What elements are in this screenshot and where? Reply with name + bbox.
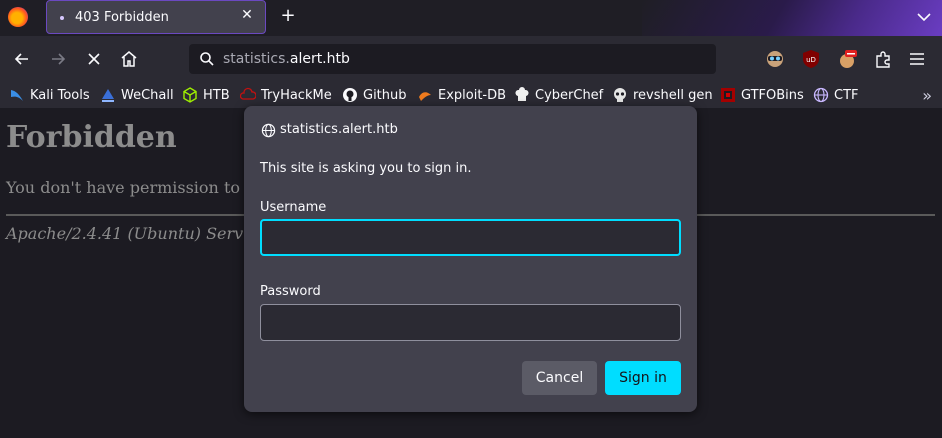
bookmark-label: CyberChef <box>535 87 604 103</box>
bookmark-label: revshell gen <box>633 87 713 103</box>
tab-strip: 403 Forbidden ✕ + <box>0 0 942 36</box>
username-input[interactable] <box>260 219 681 256</box>
kali-icon <box>11 90 23 101</box>
url-domain: alert.htb <box>289 51 350 67</box>
stop-icon[interactable] <box>84 49 104 69</box>
sign-in-button[interactable]: Sign in <box>605 361 681 395</box>
bookmark-ctf[interactable]: CTF <box>813 86 859 104</box>
skull-icon <box>614 88 626 102</box>
tab-close-icon[interactable]: ✕ <box>239 7 255 23</box>
bookmark-label: Github <box>363 87 407 103</box>
theme-background <box>642 0 942 36</box>
password-label: Password <box>260 284 321 299</box>
bookmark-kali-tools[interactable]: Kali Tools <box>9 86 90 104</box>
search-icon <box>200 52 214 66</box>
server-signature: Apache/2.4.41 (Ubuntu) Serv <box>6 224 244 243</box>
url-text[interactable]: statistics.alert.htb <box>223 51 350 67</box>
tryhackme-icon <box>240 87 256 100</box>
dialog-host: statistics.alert.htb <box>280 122 398 137</box>
bookmark-label: Kali Tools <box>30 87 90 103</box>
bookmark-wechall[interactable]: WeChall <box>100 86 174 104</box>
tab-title: 403 Forbidden <box>75 10 169 25</box>
sign-in-dialog: statistics.alert.htb This site is asking… <box>244 106 697 412</box>
home-icon[interactable] <box>119 49 139 69</box>
new-tab-icon[interactable]: + <box>279 7 297 25</box>
loading-dot-icon <box>60 16 64 20</box>
tab-active[interactable]: 403 Forbidden ✕ <box>46 0 266 34</box>
back-icon[interactable] <box>12 49 32 69</box>
bookmark-label: GTFOBins <box>741 87 804 103</box>
cookie-extension-icon[interactable] <box>836 48 858 70</box>
address-bar[interactable]: statistics.alert.htb <box>189 44 716 74</box>
forward-icon[interactable] <box>48 49 68 69</box>
bookmark-cyberchef[interactable]: CyberChef <box>514 86 603 104</box>
bookmark-exploit-db[interactable]: Exploit-DB <box>417 86 506 104</box>
github-icon <box>343 88 357 102</box>
password-input[interactable] <box>260 304 681 341</box>
bookmark-label: HTB <box>203 87 230 103</box>
exploitdb-icon <box>419 92 431 101</box>
page-heading: Forbidden <box>6 120 177 155</box>
list-all-tabs-icon[interactable] <box>916 9 932 25</box>
page-message: You don't have permission to <box>6 178 240 197</box>
extensions-puzzle-icon[interactable] <box>872 48 894 70</box>
bookmark-github[interactable]: Github <box>342 86 407 104</box>
svg-text:uD: uD <box>806 56 816 64</box>
cyberchef-icon <box>515 87 529 101</box>
bookmark-htb[interactable]: HTB <box>182 86 230 104</box>
globe-icon <box>261 123 276 138</box>
ublock-origin-icon[interactable]: uD <box>800 48 822 70</box>
bookmark-label: Exploit-DB <box>438 87 507 103</box>
bookmark-label: TryHackMe <box>261 87 332 103</box>
hacker-avatar-extension-icon[interactable] <box>764 48 786 70</box>
firefox-icon[interactable] <box>8 7 28 27</box>
bookmark-revshell-gen[interactable]: revshell gen <box>612 86 713 104</box>
username-label: Username <box>260 200 327 215</box>
gtfobins-icon <box>721 88 735 102</box>
bookmarks-overflow-icon[interactable]: » <box>922 86 932 105</box>
htb-icon <box>183 87 197 103</box>
url-subdomain: statistics. <box>223 51 290 67</box>
wechall-icon <box>102 89 114 102</box>
dialog-message: This site is asking you to sign in. <box>260 161 472 176</box>
bookmark-tryhackme[interactable]: TryHackMe <box>240 86 332 104</box>
menu-hamburger-icon[interactable] <box>906 48 928 70</box>
cancel-button[interactable]: Cancel <box>522 361 597 395</box>
bookmark-label: WeChall <box>121 87 174 103</box>
globe-icon <box>813 87 829 103</box>
bookmark-label: CTF <box>834 87 859 103</box>
bookmark-gtfobins[interactable]: GTFOBins <box>720 86 804 104</box>
